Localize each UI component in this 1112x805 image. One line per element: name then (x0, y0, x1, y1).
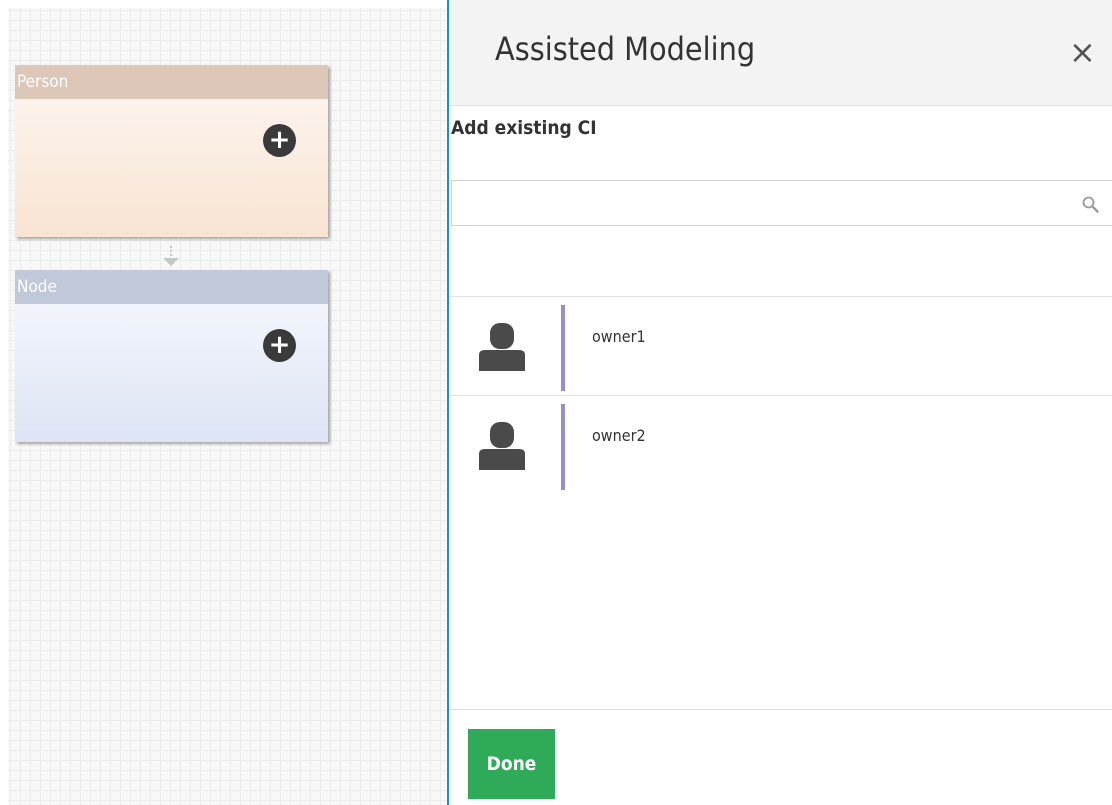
search-box[interactable] (451, 180, 1112, 226)
modeling-canvas[interactable]: Person + Node + (0, 0, 447, 805)
done-button[interactable]: Done (468, 729, 555, 799)
list-item-owner2[interactable]: owner2 (449, 397, 1112, 495)
close-icon[interactable]: × (1069, 32, 1096, 72)
footer-divider (449, 709, 1112, 710)
ci-box-node[interactable]: Node + (15, 270, 328, 442)
panel-header: Assisted Modeling × (449, 0, 1112, 106)
person-icon (479, 323, 525, 371)
relation-arrow-icon (163, 258, 179, 266)
ci-box-node-title: Node (15, 270, 328, 304)
list-item-owner1[interactable]: owner1 (449, 298, 1112, 396)
person-add-button[interactable]: + (263, 124, 296, 157)
list-item-label: owner2 (592, 426, 646, 445)
list-divider (449, 395, 1112, 396)
ci-box-person-body: + (15, 99, 328, 237)
item-accent-bar (561, 305, 565, 391)
node-add-button[interactable]: + (263, 329, 296, 362)
ci-box-person-title: Person (15, 65, 328, 99)
list-item-label: owner1 (592, 327, 646, 346)
search-icon[interactable] (1082, 196, 1100, 214)
canvas-left-edge (0, 0, 8, 805)
assisted-modeling-panel: Assisted Modeling × Add existing CI owne… (447, 0, 1112, 805)
list-divider (449, 296, 1112, 297)
person-icon (479, 422, 525, 470)
search-input[interactable] (458, 189, 1062, 219)
section-title: Add existing CI (451, 117, 597, 139)
ci-box-person[interactable]: Person + (15, 65, 328, 237)
item-accent-bar (561, 404, 565, 490)
panel-title: Assisted Modeling (495, 30, 756, 68)
ci-box-node-body: + (15, 304, 328, 442)
canvas-top-edge (0, 0, 447, 8)
